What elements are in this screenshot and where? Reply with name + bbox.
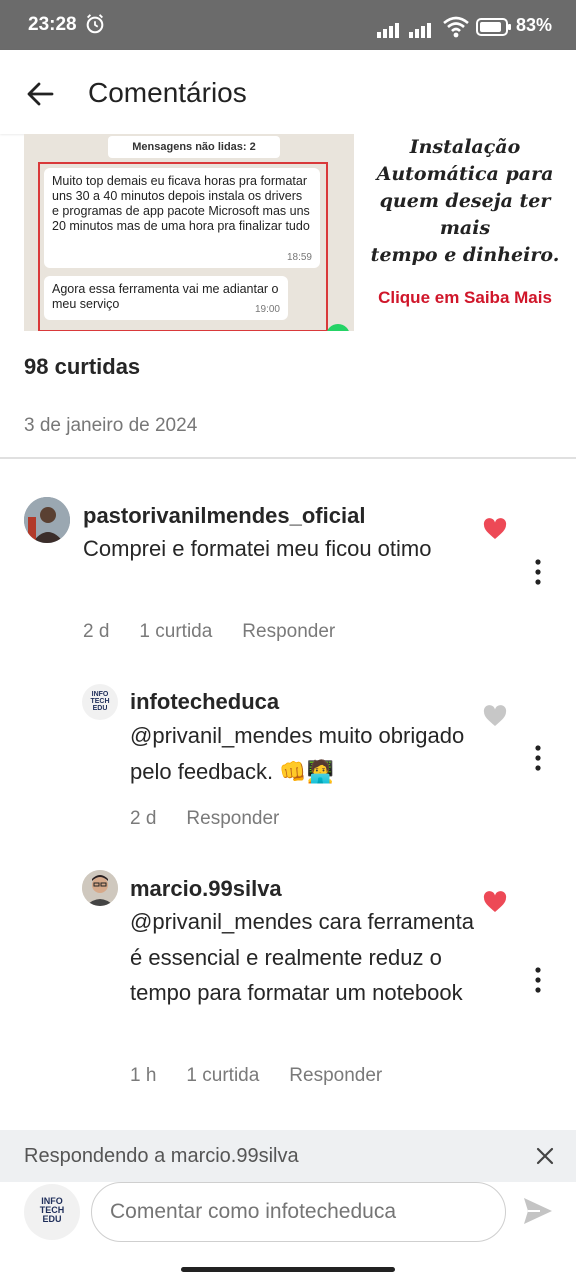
- chat-bubble: Agora essa ferramenta vai me adiantar o …: [44, 276, 288, 320]
- send-icon[interactable]: [522, 1196, 554, 1226]
- comment-text: Comprei e formatei meu ficou otimo: [83, 536, 432, 561]
- heart-icon[interactable]: [483, 705, 507, 727]
- comment-likes[interactable]: 1 curtida: [186, 1065, 259, 1086]
- battery-percent: 83%: [516, 15, 553, 35]
- comment-username[interactable]: infotecheduca: [130, 689, 279, 715]
- status-bar: 23:28 83%: [0, 0, 576, 50]
- promo-line: Instalação: [409, 136, 521, 158]
- page-title: Comentários: [88, 77, 247, 108]
- status-time: 23:28: [28, 14, 77, 35]
- promo-cta: Clique em Saiba Mais: [378, 288, 552, 307]
- avatar[interactable]: INFO TECH EDU: [82, 684, 118, 720]
- comment-age: 1 h: [130, 1065, 157, 1086]
- logo-line: TECH: [90, 698, 110, 705]
- avatar-logo: INFO TECH EDU: [82, 684, 118, 712]
- post-date: 3 de janeiro de 2024: [24, 415, 198, 436]
- comment-meta: 1 h 1 curtida Responder: [130, 1065, 412, 1087]
- more-vert-icon[interactable]: [532, 558, 544, 586]
- divider: [0, 457, 576, 459]
- promo-text: Instalação Automática para quem deseja t…: [354, 134, 576, 269]
- close-icon[interactable]: [535, 1146, 555, 1166]
- alarm-icon: [86, 14, 104, 34]
- back-arrow-icon[interactable]: [22, 76, 58, 112]
- heart-icon[interactable]: [483, 891, 507, 913]
- avatar-logo: INFO TECH EDU: [24, 1184, 80, 1224]
- avatar-photo: [82, 870, 118, 906]
- avatar: INFO TECH EDU: [24, 1184, 80, 1240]
- chat-screenshot: Mensagens não lidas: 2 Muito top demais …: [24, 134, 354, 331]
- comment-username[interactable]: marcio.99silva: [130, 876, 282, 902]
- signal-icon: [409, 23, 431, 38]
- comment-text: @privanil_mendes muito obrigado pelo fee…: [130, 723, 465, 784]
- chat-fab: [326, 324, 350, 331]
- chat-bubble-text: Agora essa ferramenta vai me adiantar o …: [52, 282, 279, 311]
- promo-line: quem deseja ter mais: [379, 190, 551, 239]
- promo-panel: Instalação Automática para quem deseja t…: [354, 134, 576, 331]
- chat-bubble-text: Muito top demais eu ficava horas pra for…: [52, 174, 310, 233]
- comment-input[interactable]: [91, 1182, 506, 1242]
- post-image[interactable]: Mensagens não lidas: 2 Muito top demais …: [24, 134, 576, 331]
- reply-button[interactable]: Responder: [242, 621, 335, 642]
- avatar-photo: [24, 497, 70, 543]
- unread-label: Mensagens não lidas: 2: [108, 136, 280, 158]
- app-header: Comentários: [0, 50, 576, 134]
- chat-bubble-time: 18:59: [286, 252, 312, 263]
- logo-line: INFO: [91, 691, 109, 698]
- replying-to-text: Respondendo a marcio.99silva: [24, 1145, 299, 1167]
- replying-to-bar: Respondendo a marcio.99silva: [0, 1130, 576, 1182]
- reply-button[interactable]: Responder: [289, 1065, 382, 1086]
- comment-age: 2 d: [83, 621, 110, 642]
- home-indicator[interactable]: [181, 1267, 395, 1272]
- comment-username[interactable]: pastorivanilmendes_oficial: [83, 503, 365, 529]
- comment-text: @privanil_mendes cara ferramenta é essen…: [130, 909, 474, 1005]
- promo-line: tempo e dinheiro.: [370, 244, 560, 266]
- battery-icon: [476, 18, 511, 36]
- comment-likes[interactable]: 1 curtida: [139, 621, 212, 642]
- comment-age: 2 d: [130, 808, 157, 829]
- likes-count[interactable]: 98 curtidas: [24, 354, 140, 380]
- reply-button[interactable]: Responder: [186, 808, 279, 829]
- wifi-icon: [443, 16, 469, 38]
- logo-line: EDU: [92, 705, 108, 712]
- more-vert-icon[interactable]: [532, 744, 544, 772]
- signal-icon: [377, 23, 399, 38]
- avatar[interactable]: [82, 870, 118, 906]
- chat-bubble-time: 19:00: [254, 304, 280, 315]
- chat-bubble: Muito top demais eu ficava horas pra for…: [44, 168, 320, 268]
- heart-icon[interactable]: [483, 518, 507, 540]
- comment-meta: 2 d 1 curtida Responder: [83, 621, 365, 643]
- comment-composer: INFO TECH EDU: [0, 1182, 576, 1280]
- promo-line: Automática para: [376, 163, 554, 185]
- comment-meta: 2 d Responder: [130, 808, 309, 830]
- more-vert-icon[interactable]: [532, 966, 544, 994]
- avatar[interactable]: [24, 497, 70, 543]
- logo-line: EDU: [42, 1214, 62, 1224]
